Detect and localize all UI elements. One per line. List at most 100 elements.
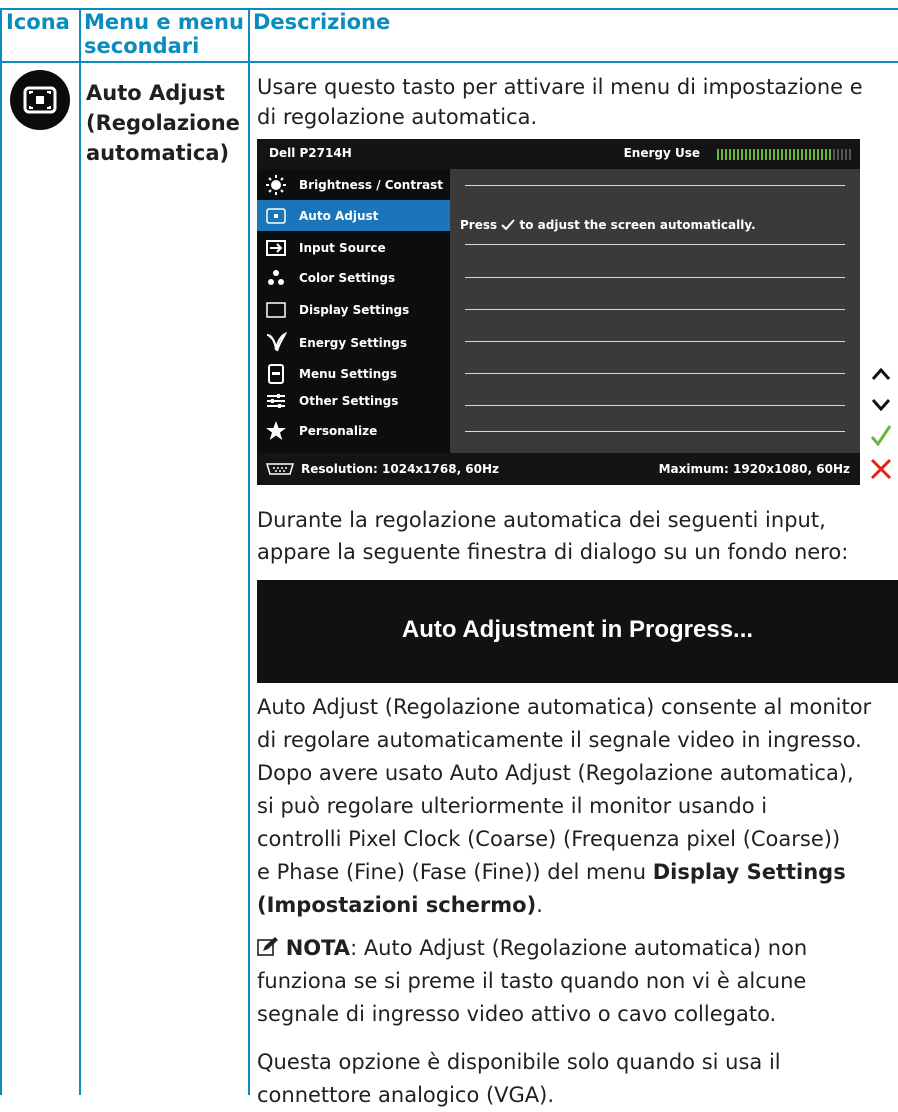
auto-adjust-icon (266, 208, 286, 224)
note-line1-text: : Auto Adjust (Regolazione automatica) n… (350, 936, 808, 960)
energy-meter-segment (809, 149, 811, 160)
osd-model-name: Dell P2714H (269, 146, 352, 160)
column-divider-1 (79, 8, 81, 1095)
energy-meter-segment (793, 149, 795, 160)
osd-menu-item-label: Color Settings (299, 271, 396, 285)
energy-meter-segment (789, 149, 791, 160)
osd-menu-item[interactable]: Color Settings (257, 262, 450, 293)
osd-status-bar: Resolution: 1024x1768, 60Hz Maximum: 192… (257, 453, 860, 485)
menu-name-line3: automatica) (86, 141, 230, 165)
note-text: NOTA: Auto Adjust (Regolazione automatic… (257, 932, 807, 1031)
osd-screenshot: Dell P2714H Energy Use Brightness / Cont… (257, 139, 860, 485)
osd-divider (465, 405, 845, 406)
description-line7-suffix: . (536, 893, 543, 917)
vga-connector-icon (265, 463, 295, 475)
description-line: Dopo avere usato Auto Adjust (Regolazion… (257, 761, 854, 785)
osd-divider (465, 341, 845, 342)
note-line: funziona se si preme il tasto quando non… (257, 969, 807, 993)
header-menu-line1: Menu e menu (84, 10, 244, 34)
energy-meter-segment (805, 149, 807, 160)
auto-adjust-progress-dialog: Auto Adjustment in Progress... (257, 580, 898, 683)
energy-meter-segment (777, 149, 779, 160)
osd-divider (465, 309, 845, 310)
footer-line1: Questa opzione è disponibile solo quando… (257, 1050, 781, 1074)
table-left-border (0, 8, 2, 1095)
osd-divider (465, 185, 845, 186)
description-line: e Phase (Fine) (Fase (Fine)) del menu Di… (257, 856, 871, 889)
note-line1: NOTA: Auto Adjust (Regolazione automatic… (257, 932, 807, 965)
energy-meter-segment (717, 149, 719, 160)
osd-menu-item[interactable]: Energy Settings (257, 327, 450, 358)
note-label: NOTA (285, 936, 351, 960)
energy-meter-segment (761, 149, 763, 160)
osd-title-bar: Dell P2714H Energy Use (257, 139, 860, 169)
header-menu-line2: secondari (84, 34, 200, 58)
description-line: Auto Adjust (Regolazione automatica) con… (257, 695, 872, 719)
energy-meter-segment (725, 149, 727, 160)
energy-meter-segment (729, 149, 731, 160)
description-line: di regolare automaticamente il segnale v… (257, 728, 862, 752)
osd-content-pane: Press to adjust the screen automatically… (450, 169, 860, 453)
energy-meter-segment (785, 149, 787, 160)
star-icon (266, 421, 286, 440)
osd-menu-item[interactable]: Auto Adjust (257, 200, 450, 231)
down-arrow-icon[interactable] (868, 392, 894, 418)
display-settings-link-text: Display Settings (652, 860, 846, 884)
intro-line1: Usare questo tasto per attivare il menu … (257, 75, 863, 99)
check-icon (501, 219, 516, 231)
osd-energy-label: Energy Use (623, 146, 700, 160)
osd-menu-item[interactable]: Other Settings (257, 385, 450, 416)
energy-meter-segment (845, 149, 847, 160)
osd-maximum: Maximum: 1920x1080, 60Hz (658, 462, 850, 476)
menu-name-line2: (Regolazione (86, 111, 240, 135)
menu-name-line1: Auto Adjust (86, 81, 225, 105)
progress-text: Auto Adjustment in Progress... (401, 616, 754, 643)
osd-menu-item[interactable]: Input Source (257, 232, 450, 263)
osd-menu-item-label: Energy Settings (299, 336, 408, 350)
energy-meter-segment (741, 149, 743, 160)
header-descrizione: Descrizione (253, 10, 391, 34)
osd-menu-item[interactable]: Display Settings (257, 294, 450, 325)
osd-menu-list: Brightness / Contrast Auto Adjust Input So… (257, 169, 450, 453)
energy-meter-segment (773, 149, 775, 160)
osd-menu-item[interactable]: Personalize (257, 415, 450, 446)
osd-divider (465, 431, 845, 432)
osd-message: Press to adjust the screen automatically… (460, 218, 756, 232)
energy-meter-segment (841, 149, 843, 160)
osd-message-suffix: to adjust the screen automatically. (519, 218, 756, 232)
display-settings-translation: (Impostazioni schermo) (257, 893, 537, 917)
up-arrow-icon[interactable] (868, 361, 894, 387)
energy-meter-segment (753, 149, 755, 160)
energy-meter-segment (849, 149, 851, 160)
column-divider-2 (248, 8, 250, 1095)
description-line: (Impostazioni schermo). (257, 889, 871, 922)
energy-meter-segment (733, 149, 735, 160)
dialog-intro-line1: Durante la regolazione automatica dei se… (257, 508, 826, 532)
energy-meter-segment (721, 149, 723, 160)
energy-meter-segment (817, 149, 819, 160)
energy-meter-segment (825, 149, 827, 160)
osd-divider (465, 277, 845, 278)
osd-message-prefix: Press (460, 218, 498, 232)
note-line: segnale di ingresso video attivo o cavo … (257, 1002, 777, 1026)
osd-menu-item-label: Brightness / Contrast (299, 178, 443, 192)
osd-menu-item-label: Input Source (299, 241, 386, 255)
other-settings-icon (267, 394, 285, 408)
energy-meter-segment (837, 149, 839, 160)
energy-meter-segment (781, 149, 783, 160)
color-settings-icon (268, 270, 284, 285)
osd-menu-item-label: Auto Adjust (299, 209, 379, 223)
osd-menu-item-label: Display Settings (299, 303, 410, 317)
energy-meter-segment (765, 149, 767, 160)
description-text: Auto Adjust (Regolazione automatica) con… (257, 691, 871, 922)
footer-text: Questa opzione è disponibile solo quando… (257, 1046, 781, 1112)
osd-menu-item[interactable]: Brightness / Contrast (257, 169, 450, 200)
osd-menu-item-label: Menu Settings (299, 367, 397, 381)
table-header-border (0, 61, 898, 63)
input-source-icon (266, 240, 286, 256)
check-icon[interactable] (868, 423, 894, 449)
description-line: controlli Pixel Clock (Coarse) (Frequenz… (257, 827, 841, 851)
energy-meter-segment (801, 149, 803, 160)
energy-meter-segment (769, 149, 771, 160)
close-icon[interactable] (868, 456, 894, 482)
